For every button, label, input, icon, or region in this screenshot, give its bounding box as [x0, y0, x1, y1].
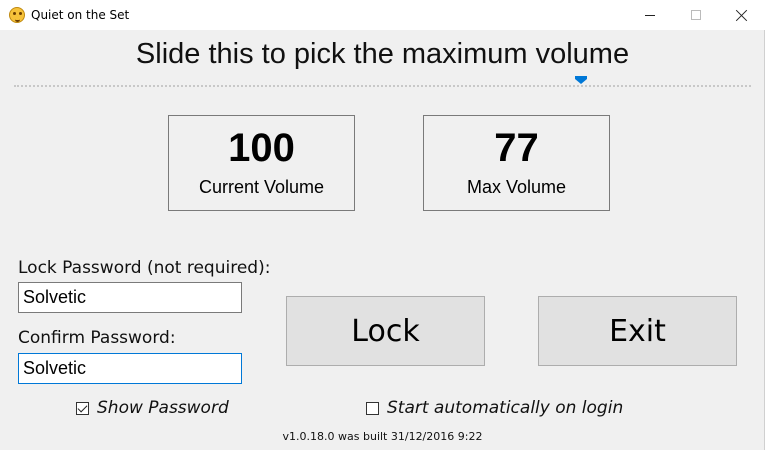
slider-instruction-heading: Slide this to pick the maximum volume	[135, 38, 630, 70]
lock-password-input[interactable]	[18, 282, 242, 313]
volume-slider-track[interactable]	[14, 85, 751, 87]
volume-slider-thumb[interactable]	[575, 76, 588, 84]
show-password-checkbox[interactable]	[76, 401, 89, 415]
start-automatically-label: Start automatically on login	[387, 398, 624, 418]
confirm-password-input[interactable]	[18, 353, 242, 384]
title-bar[interactable]: Quiet on the Set	[0, 0, 765, 30]
show-password-checkbox-row[interactable]: Show Password	[76, 398, 229, 418]
current-volume-value: 100	[228, 126, 295, 170]
close-button[interactable]	[719, 0, 765, 30]
start-automatically-checkbox-row[interactable]: Start automatically on login	[366, 398, 623, 418]
app-window: Quiet on the Set Slide this to pick the …	[0, 0, 765, 450]
start-automatically-checkbox[interactable]	[366, 401, 379, 415]
minimize-icon	[645, 14, 655, 16]
version-build-info: v1.0.18.0 was built 31/12/2016 9:22	[282, 430, 483, 443]
minimize-button[interactable]	[627, 0, 673, 30]
max-volume-value: 77	[494, 126, 539, 170]
exit-button[interactable]: Exit	[538, 296, 737, 366]
confirm-password-label: Confirm Password:	[18, 328, 176, 348]
smiley-face-icon	[9, 7, 25, 23]
lock-password-label: Lock Password (not required):	[18, 258, 271, 278]
max-volume-label: Max Volume	[466, 177, 567, 197]
current-volume-box: 100 Current Volume	[168, 115, 355, 211]
window-title: Quiet on the Set	[31, 8, 130, 22]
lock-button[interactable]: Lock	[286, 296, 485, 366]
current-volume-label: Current Volume	[198, 177, 325, 197]
show-password-label: Show Password	[97, 398, 229, 418]
max-volume-box: 77 Max Volume	[423, 115, 610, 211]
maximize-icon	[691, 10, 701, 20]
close-icon	[736, 9, 748, 21]
slider-thumb-icon	[575, 76, 588, 84]
maximize-button[interactable]	[673, 0, 719, 30]
